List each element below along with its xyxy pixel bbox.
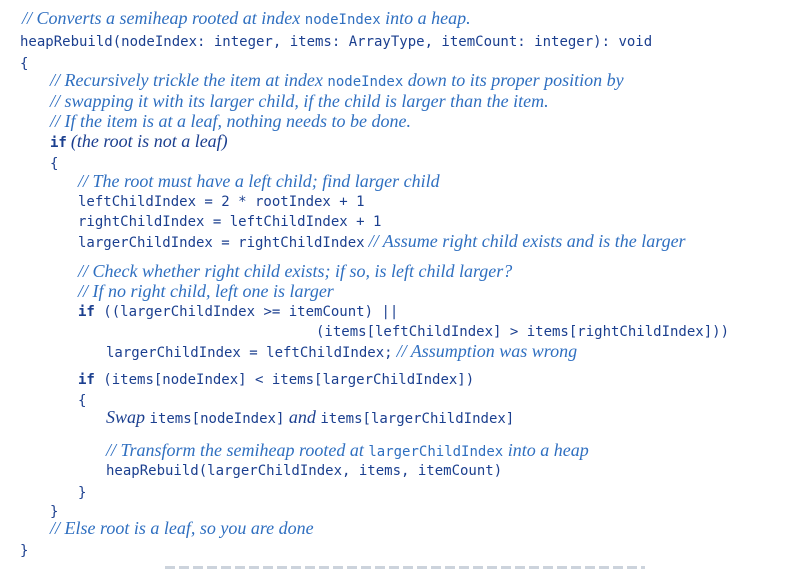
comment-wrong: // Assumption was wrong	[396, 341, 578, 361]
open-brace-if: {	[50, 156, 59, 172]
comment-else: // Else root is a leaf, so you are done	[50, 518, 314, 538]
pseudocode-page: // Converts a semiheap rooted at index n…	[0, 0, 800, 573]
if-keyword: if	[78, 372, 95, 388]
comment-transform: // Transform the semiheap rooted at larg…	[106, 440, 589, 460]
if-condition: (the root is not a leaf)	[70, 131, 228, 151]
header-comment: // Converts a semiheap rooted at index n…	[22, 8, 471, 28]
stmt-larger-code: largerChildIndex = rightChildIndex	[78, 235, 365, 251]
swap-code-1: items[nodeIndex]	[149, 411, 285, 427]
header-comment-tail: into a heap.	[380, 8, 471, 28]
stmt-larger-child: largerChildIndex = rightChildIndex // As…	[78, 231, 686, 251]
stmt-right-child: rightChildIndex = leftChildIndex + 1	[78, 214, 382, 230]
header-comment-text: // Converts a semiheap rooted at index	[22, 8, 305, 28]
stmt-larger-left: largerChildIndex = leftChildIndex; // As…	[106, 341, 577, 361]
comment-transform-text-b: into a heap	[503, 440, 589, 460]
cutoff-text-remnant	[165, 566, 645, 569]
if-root-not-leaf: if (the root is not a leaf)	[50, 131, 228, 151]
comment-no-right: // If no right child, left one is larger	[78, 281, 334, 301]
function-signature: heapRebuild(nodeIndex: integer, items: A…	[20, 34, 653, 50]
swap-and: and	[288, 407, 316, 427]
comment-trickle: // Recursively trickle the item at index…	[50, 70, 624, 90]
swap-word: Swap	[106, 407, 146, 427]
header-comment-code: nodeIndex	[304, 12, 381, 28]
if-right-child-check: if ((largerChildIndex >= itemCount) ||	[78, 302, 398, 322]
if-keyword: if	[50, 135, 67, 151]
open-brace-function: {	[20, 56, 29, 72]
comment-trickle-code: nodeIndex	[327, 74, 404, 90]
if-condition-b: (items[leftChildIndex] > items[rightChil…	[316, 324, 730, 340]
close-brace-swap: }	[78, 485, 87, 501]
if-condition-a: ((largerChildIndex >= itemCount) ||	[103, 304, 399, 320]
stmt-left-child: leftChildIndex = 2 * rootIndex + 1	[78, 194, 365, 210]
stmt-larger-left-code: largerChildIndex = leftChildIndex;	[106, 345, 393, 361]
stmt-recursive-call: heapRebuild(largerChildIndex, items, ite…	[106, 463, 503, 479]
comment-trickle-text-a: // Recursively trickle the item at index	[50, 70, 328, 90]
comment-assume: // Assume right child exists and is the …	[368, 231, 686, 251]
comment-check-right: // Check whether right child exists; if …	[78, 261, 513, 281]
comment-left-child: // The root must have a left child; find…	[78, 171, 440, 191]
if-keyword: if	[78, 304, 95, 320]
if-condition-compare: (items[nodeIndex] < items[largerChildInd…	[103, 372, 475, 388]
swap-code-2: items[largerChildIndex]	[320, 411, 515, 427]
comment-transform-text-a: // Transform the semiheap rooted at	[106, 440, 369, 460]
if-compare-items: if (items[nodeIndex] < items[largerChild…	[78, 370, 474, 390]
comment-transform-code: largerChildIndex	[368, 444, 504, 460]
comment-trickle-text-b: down to its proper position by	[403, 70, 624, 90]
comment-swap: // swapping it with its larger child, if…	[50, 91, 549, 111]
swap-statement: Swap items[nodeIndex] and items[largerCh…	[106, 407, 514, 427]
comment-leaf: // If the item is at a leaf, nothing nee…	[50, 111, 411, 131]
close-brace-function: }	[20, 543, 29, 559]
open-brace-swap: {	[78, 393, 87, 409]
